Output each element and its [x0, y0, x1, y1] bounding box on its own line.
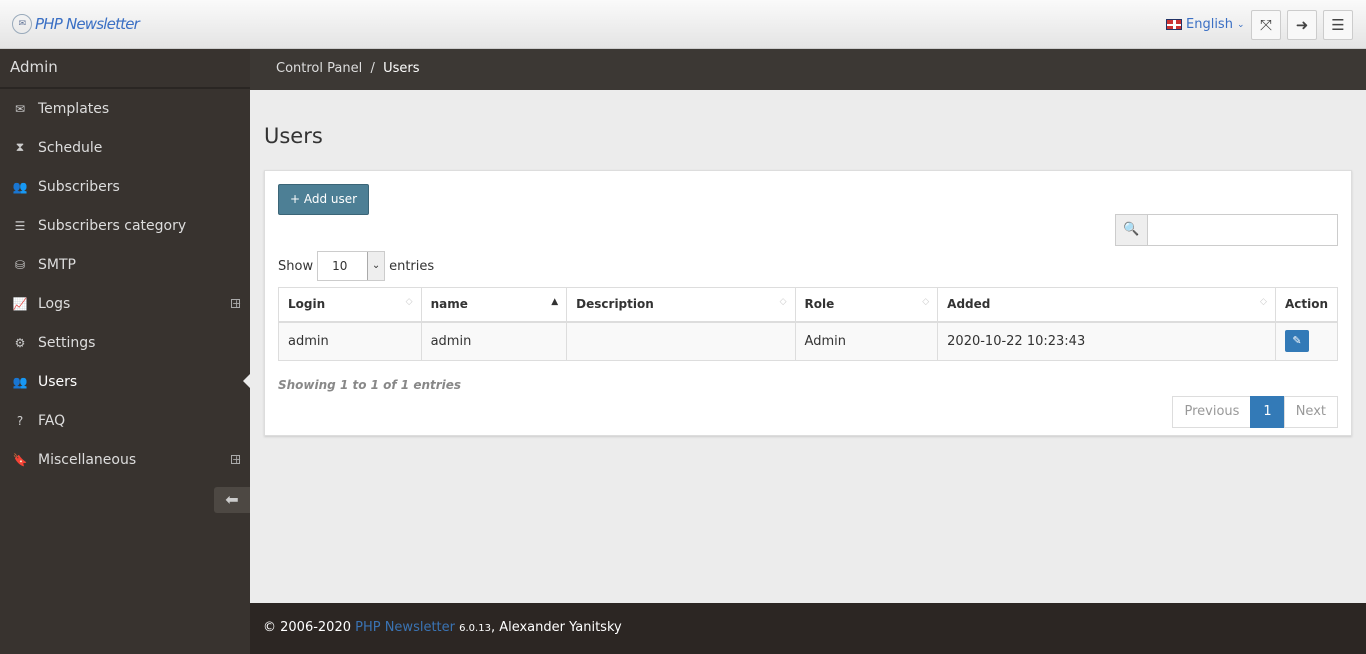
language-label: English — [1186, 17, 1233, 32]
page-size-control: Show 10 ⌄ entries — [278, 251, 434, 281]
subscribers-category-icon: ☰ — [14, 218, 26, 233]
sidebar-item-smtp[interactable]: ⛁ SMTP — [0, 245, 250, 284]
footer-copyright: © 2006-2020 — [263, 620, 356, 635]
settings-icon: ⚙ — [14, 335, 26, 350]
column-name[interactable]: name ▲ — [420, 287, 568, 323]
logo-text: PHP Newsletter — [35, 15, 140, 33]
footer-author: , Alexander Yanitsky — [490, 620, 622, 635]
sidebar: Admin ✉ Templates ⧗ Schedule 👥 Subscribers ☰ Su… — [0, 49, 250, 654]
uk-flag-icon — [1166, 19, 1182, 30]
templates-icon: ✉ — [14, 101, 26, 116]
cell-action: ✎ — [1274, 321, 1339, 361]
sidebar-item-label: Schedule — [38, 139, 103, 156]
sidebar-item-label: Miscellaneous — [38, 451, 137, 468]
logo-icon: ✉ — [12, 14, 32, 34]
search-input[interactable] — [1148, 215, 1337, 245]
sidebar-item-label: Subscribers — [38, 178, 120, 195]
users-table: Login ◇ name ▲ Description ◇ Role ◇ Added ◇ A… — [278, 287, 1339, 361]
users-icon: 👥 — [12, 374, 28, 389]
logs-icon: 📈 — [12, 296, 28, 311]
page-size-value: 10 — [332, 259, 348, 273]
subscribers-icon: 👥 — [12, 179, 28, 194]
next-button[interactable]: Next — [1283, 396, 1338, 428]
sidebar-item-subscribers-category[interactable]: ☰ Subscribers category — [0, 206, 250, 245]
hamburger-icon: ☰ — [1331, 16, 1345, 34]
sort-icon: ◇ — [1260, 297, 1267, 307]
entries-label: entries — [389, 258, 435, 274]
expand-icon[interactable]: + — [231, 298, 241, 309]
sidebar-item-label: SMTP — [38, 256, 76, 273]
breadcrumb-separator: / — [370, 61, 375, 76]
sidebar-item-label: Subscribers category — [38, 217, 187, 234]
fullscreen-button[interactable]: ⤧ — [1251, 10, 1281, 40]
expand-icon: ⤧ — [1259, 16, 1272, 34]
sort-asc-icon: ▲ — [551, 297, 559, 307]
cell-login: admin — [278, 321, 422, 361]
cell-added: 2020-10-22 10:23:43 — [937, 321, 1276, 361]
column-description[interactable]: Description ◇ — [566, 287, 796, 323]
sidebar-item-faq[interactable]: ? FAQ — [0, 401, 250, 440]
sidebar-item-logs[interactable]: 📈 Logs + — [0, 284, 250, 323]
add-user-button[interactable]: + Add user — [278, 184, 370, 215]
sidebar-item-miscellaneous[interactable]: 🔖 Miscellaneous + — [0, 440, 250, 479]
table-row: admin admin Admin 2020-10-22 10:23:43 ✎ — [278, 321, 1339, 361]
sidebar-item-label: Settings — [38, 334, 96, 351]
sidebar-item-subscribers[interactable]: 👥 Subscribers — [0, 167, 250, 206]
pagination: Previous 1 Next — [1172, 396, 1338, 428]
search-icon: 🔍 — [1116, 215, 1148, 245]
menu-button[interactable]: ☰ — [1323, 10, 1353, 40]
search-box: 🔍 — [1115, 214, 1338, 246]
faq-icon: ? — [16, 413, 24, 428]
edit-button[interactable]: ✎ — [1284, 330, 1309, 353]
sort-icon: ◇ — [779, 297, 787, 307]
sidebar-item-templates[interactable]: ✉ Templates — [0, 89, 250, 128]
arrow-left-icon: ⬅ — [225, 490, 239, 509]
chevron-down-icon: ⌄ — [1236, 19, 1245, 30]
breadcrumb-control-panel[interactable]: Control Panel — [276, 61, 362, 76]
top-bar: ✉ PHP Newsletter English ⌄ ⤧ ➜ ☰ — [0, 0, 1366, 49]
chevron-down-icon: ⌄ — [367, 252, 385, 280]
sidebar-item-label: Templates — [38, 100, 110, 117]
footer: © 2006-2020 PHP Newsletter 6.0.13, Alexa… — [250, 603, 1366, 654]
sort-icon: ◇ — [405, 297, 413, 307]
show-label: Show — [278, 258, 314, 274]
page-title: Users — [264, 124, 323, 148]
sidebar-item-label: FAQ — [38, 412, 66, 429]
column-role[interactable]: Role ◇ — [794, 287, 939, 323]
sidebar-item-schedule[interactable]: ⧗ Schedule — [0, 128, 250, 167]
column-added[interactable]: Added ◇ — [937, 287, 1276, 323]
cell-description — [566, 321, 796, 361]
cell-name: admin — [420, 321, 568, 361]
language-dropdown[interactable]: English ⌄ — [1166, 17, 1245, 32]
expand-icon[interactable]: + — [231, 454, 241, 465]
sidebar-item-users[interactable]: 👥 Users — [0, 362, 250, 401]
column-login[interactable]: Login ◇ — [278, 287, 422, 323]
cell-role: Admin — [794, 321, 939, 361]
miscellaneous-icon: 🔖 — [12, 452, 28, 467]
column-action: Action — [1274, 287, 1339, 323]
smtp-icon: ⛁ — [14, 257, 26, 272]
breadcrumb: Control Panel / Users — [250, 49, 1366, 90]
sidebar-title: Admin — [0, 49, 250, 89]
footer-link[interactable]: PHP Newsletter — [355, 620, 455, 635]
logout-button[interactable]: ➜ — [1287, 10, 1317, 40]
sidebar-item-settings[interactable]: ⚙ Settings — [0, 323, 250, 362]
schedule-icon: ⧗ — [15, 140, 25, 154]
breadcrumb-current: Users — [383, 61, 420, 76]
sidebar-item-label: Users — [38, 373, 78, 390]
logo[interactable]: ✉ PHP Newsletter — [12, 14, 140, 34]
sidebar-item-label: Logs — [38, 295, 71, 312]
footer-version: 6.0.13 — [459, 623, 491, 634]
table-info: Showing 1 to 1 of 1 entries — [278, 378, 462, 392]
sign-out-icon: ➜ — [1295, 16, 1309, 34]
collapse-sidebar-button[interactable]: ⬅ — [214, 487, 250, 513]
page-1-button[interactable]: 1 — [1250, 396, 1285, 428]
previous-button[interactable]: Previous — [1172, 396, 1252, 428]
page-size-select[interactable]: 10 ⌄ — [317, 251, 386, 281]
sort-icon: ◇ — [922, 297, 930, 307]
users-panel: + Add user 🔍 Show 10 ⌄ entries Login ◇ nam… — [264, 170, 1352, 436]
